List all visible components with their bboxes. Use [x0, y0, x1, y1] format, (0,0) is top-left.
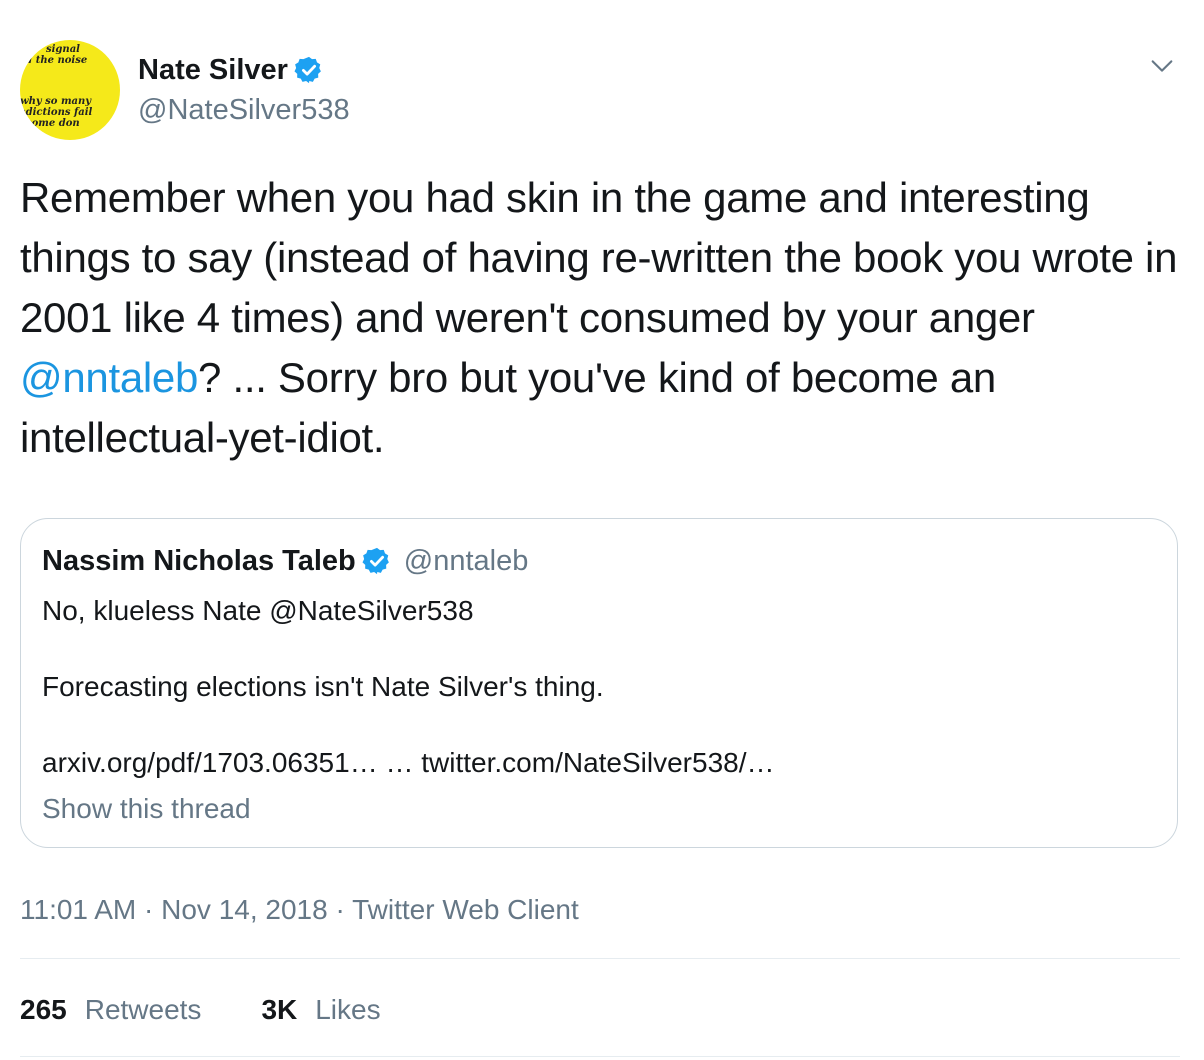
tweet-text: Remember when you had skin in the game a…: [20, 168, 1180, 468]
likes-count: 3K: [261, 994, 298, 1025]
avatar-text: nd the noise: [20, 55, 88, 66]
retweets-stat[interactable]: 265 Retweets: [20, 990, 201, 1030]
show-thread-link[interactable]: Show this thread: [42, 791, 251, 827]
likes-label: Likes: [315, 994, 381, 1025]
quoted-author-handle: @nntaleb: [403, 545, 529, 577]
avatar-text: redictions fail: [20, 107, 93, 118]
quoted-tweet-line: Forecasting elections isn't Nate Silver'…: [42, 671, 604, 702]
quoted-tweet-header: Nassim Nicholas Taleb @nntaleb: [42, 541, 528, 581]
tweet-client[interactable]: Twitter Web Client: [352, 894, 579, 925]
verified-badge-icon: [294, 56, 321, 84]
avatar-text: signal: [46, 44, 80, 55]
divider: [20, 1056, 1180, 1057]
tweet-text-part: Remember when you had skin in the game a…: [20, 174, 1178, 341]
meta-separator: ·: [136, 894, 162, 925]
quoted-tweet-links: arxiv.org/pdf/1703.06351… … twitter.com/…: [42, 747, 775, 778]
tweet-stats: 265 Retweets 3K Likes: [20, 990, 381, 1030]
avatar-text: some don: [26, 118, 80, 129]
tweet-date[interactable]: Nov 14, 2018: [161, 894, 328, 925]
divider: [20, 958, 1180, 959]
tweet-meta: 11:01 AM · Nov 14, 2018 · Twitter Web Cl…: [20, 890, 579, 930]
avatar[interactable]: signal nd the noise why so many redictio…: [20, 40, 120, 140]
author-name-text: Nate Silver: [138, 54, 288, 86]
verified-badge-icon: [362, 547, 389, 575]
avatar-text: why so many: [20, 96, 92, 107]
likes-stat[interactable]: 3K Likes: [261, 990, 380, 1030]
quoted-tweet-card[interactable]: Nassim Nicholas Taleb @nntaleb No, kluel…: [20, 518, 1178, 848]
retweets-label: Retweets: [84, 994, 202, 1025]
retweets-count: 265: [20, 994, 67, 1025]
author-handle[interactable]: @NateSilver538: [138, 92, 350, 128]
chevron-down-icon[interactable]: [1148, 52, 1176, 80]
quoted-author-name: Nassim Nicholas Taleb: [42, 545, 356, 577]
tweet-time[interactable]: 11:01 AM: [20, 894, 136, 925]
quoted-tweet-line: No, klueless Nate @NateSilver538: [42, 595, 474, 626]
mention-link[interactable]: @nntaleb: [20, 354, 198, 401]
meta-separator: ·: [327, 894, 353, 925]
author-name[interactable]: Nate Silver: [138, 52, 324, 88]
